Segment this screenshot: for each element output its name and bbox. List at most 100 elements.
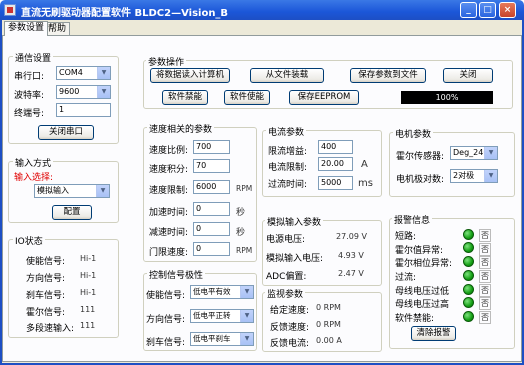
minimize-button[interactable]: _ — [460, 2, 477, 18]
io-label: 方向信号: — [26, 274, 66, 284]
port-select[interactable]: COM4 ▼ — [56, 66, 111, 80]
analog-value: 27.09 V — [336, 232, 367, 241]
clear-alarm-button[interactable]: 清除报警 — [411, 326, 456, 341]
port-label: 串行口: — [14, 72, 45, 82]
control-select[interactable]: 低电平正转 ▼ — [190, 309, 254, 323]
analog-title: 模拟输入参数 — [265, 215, 324, 228]
speed-unit: RPM — [236, 184, 253, 193]
addr-input[interactable]: 1 — [56, 103, 111, 117]
speed-input[interactable]: 700 — [193, 140, 230, 154]
chevron-down-icon: ▼ — [484, 147, 497, 159]
alarm-value: 否 — [479, 243, 491, 256]
control-value: 低电平有效 — [193, 287, 231, 296]
status-led-icon — [463, 297, 474, 308]
motor-group — [389, 132, 515, 197]
monitor-label: 反馈电流: — [270, 339, 310, 349]
close-button[interactable]: 关闭 — [443, 68, 493, 83]
tab-params[interactable]: 参数设置 — [4, 21, 49, 36]
hall-select[interactable]: Deg_240 ▼ — [450, 146, 498, 160]
close-window-button[interactable]: × — [499, 2, 516, 18]
control-select[interactable]: 低电平有效 ▼ — [190, 285, 254, 299]
speed-unit: 秒 — [236, 228, 246, 238]
speed-label: 速度比例: — [149, 146, 189, 156]
control-select[interactable]: 低电平刹车 ▼ — [190, 332, 254, 346]
control-value: 低电平正转 — [193, 311, 231, 320]
status-led-icon — [463, 242, 474, 253]
alarm-value: 否 — [479, 229, 491, 242]
motor-title: 电机参数 — [393, 127, 434, 140]
io-value: Hi-1 — [80, 254, 97, 263]
speed-input[interactable]: 6000 — [193, 180, 230, 194]
io-value: Hi-1 — [80, 288, 97, 297]
speed-label: 加速时间: — [149, 208, 189, 218]
load-file-button[interactable]: 从文件装载 — [250, 68, 324, 83]
chevron-down-icon: ▼ — [97, 67, 110, 79]
close-port-button[interactable]: 关闭串口 — [38, 125, 94, 140]
io-value: 111 — [80, 305, 96, 314]
input-select[interactable]: 模拟输入 ▼ — [34, 184, 110, 198]
current-unit: ms — [358, 178, 373, 189]
software-enable-button[interactable]: 软件使能 — [224, 90, 270, 105]
speed-input[interactable]: 70 — [193, 159, 230, 173]
monitor-value: 0 RPM — [316, 320, 341, 329]
hall-label: 霍尔传感器: — [396, 152, 445, 162]
poles-label: 电机极对数: — [396, 175, 445, 185]
alarm-value: 否 — [479, 256, 491, 269]
io-value: 111 — [80, 321, 96, 330]
status-led-icon — [463, 311, 474, 322]
alarm-value: 否 — [479, 284, 491, 297]
alarm-title: 报警信息 — [392, 213, 433, 226]
baud-value: 9600 — [59, 87, 80, 96]
baud-select[interactable]: 9600 ▼ — [56, 85, 111, 99]
io-label: 刹车信号: — [26, 291, 66, 301]
speed-input[interactable]: 0 — [193, 202, 230, 216]
alarm-label: 霍尔值异常: — [395, 246, 444, 256]
speed-input[interactable]: 0 — [193, 242, 230, 256]
save-file-button[interactable]: 保存参数到文件 — [350, 68, 426, 83]
app-icon — [4, 4, 16, 16]
speed-label: 速度积分: — [149, 165, 189, 175]
chevron-down-icon: ▼ — [96, 185, 109, 197]
alarm-value: 否 — [479, 297, 491, 310]
status-led-icon — [463, 256, 474, 267]
current-input[interactable]: 400 — [318, 140, 353, 154]
monitor-value: 0 RPM — [316, 303, 341, 312]
current-input[interactable]: 20.00 — [318, 157, 353, 171]
alarm-label: 短路: — [395, 232, 417, 242]
poles-select[interactable]: 2对极 ▼ — [450, 169, 498, 183]
io-title: IO状态 — [13, 234, 45, 247]
io-label: 霍尔信号: — [26, 308, 66, 318]
analog-label: 模拟输入电压: — [266, 254, 324, 264]
status-led-icon — [463, 229, 474, 240]
alarm-label: 母线电压过高 — [395, 300, 450, 310]
poles-value: 2对极 — [453, 171, 475, 180]
alarm-label: 过流: — [395, 273, 417, 283]
monitor-label: 给定速度: — [270, 306, 310, 316]
control-label: 刹车信号: — [146, 338, 186, 348]
chevron-down-icon: ▼ — [97, 86, 110, 98]
config-button[interactable]: 配置 — [52, 205, 92, 220]
current-unit: A — [361, 159, 368, 170]
speed-input[interactable]: 0 — [193, 222, 230, 236]
input-select-label: 输入选择: — [14, 173, 54, 183]
speed-label: 减速时间: — [149, 228, 189, 238]
control-label: 使能信号: — [146, 291, 186, 301]
software-disable-button[interactable]: 软件禁能 — [162, 90, 208, 105]
alarm-label: 母线电压过低 — [395, 287, 450, 297]
read-params-button[interactable]: 将数据读入计算机 — [150, 68, 230, 83]
control-value: 低电平刹车 — [193, 334, 231, 343]
maximize-button[interactable]: □ — [479, 2, 496, 18]
baud-label: 波特率: — [14, 91, 45, 101]
speed-title: 速度相关的参数 — [147, 122, 215, 135]
current-title: 电流参数 — [266, 125, 307, 138]
chevron-down-icon: ▼ — [484, 170, 497, 182]
io-value: Hi-1 — [80, 271, 97, 280]
chevron-down-icon: ▼ — [240, 286, 253, 298]
current-input[interactable]: 5000 — [318, 176, 353, 190]
status-led-icon — [463, 284, 474, 295]
alarm-value: 否 — [479, 311, 491, 324]
chevron-down-icon: ▼ — [240, 333, 253, 345]
control-label: 方向信号: — [146, 315, 186, 325]
analog-value: 2.47 V — [338, 269, 364, 278]
save-eeprom-button[interactable]: 保存EEPROM — [289, 90, 359, 105]
